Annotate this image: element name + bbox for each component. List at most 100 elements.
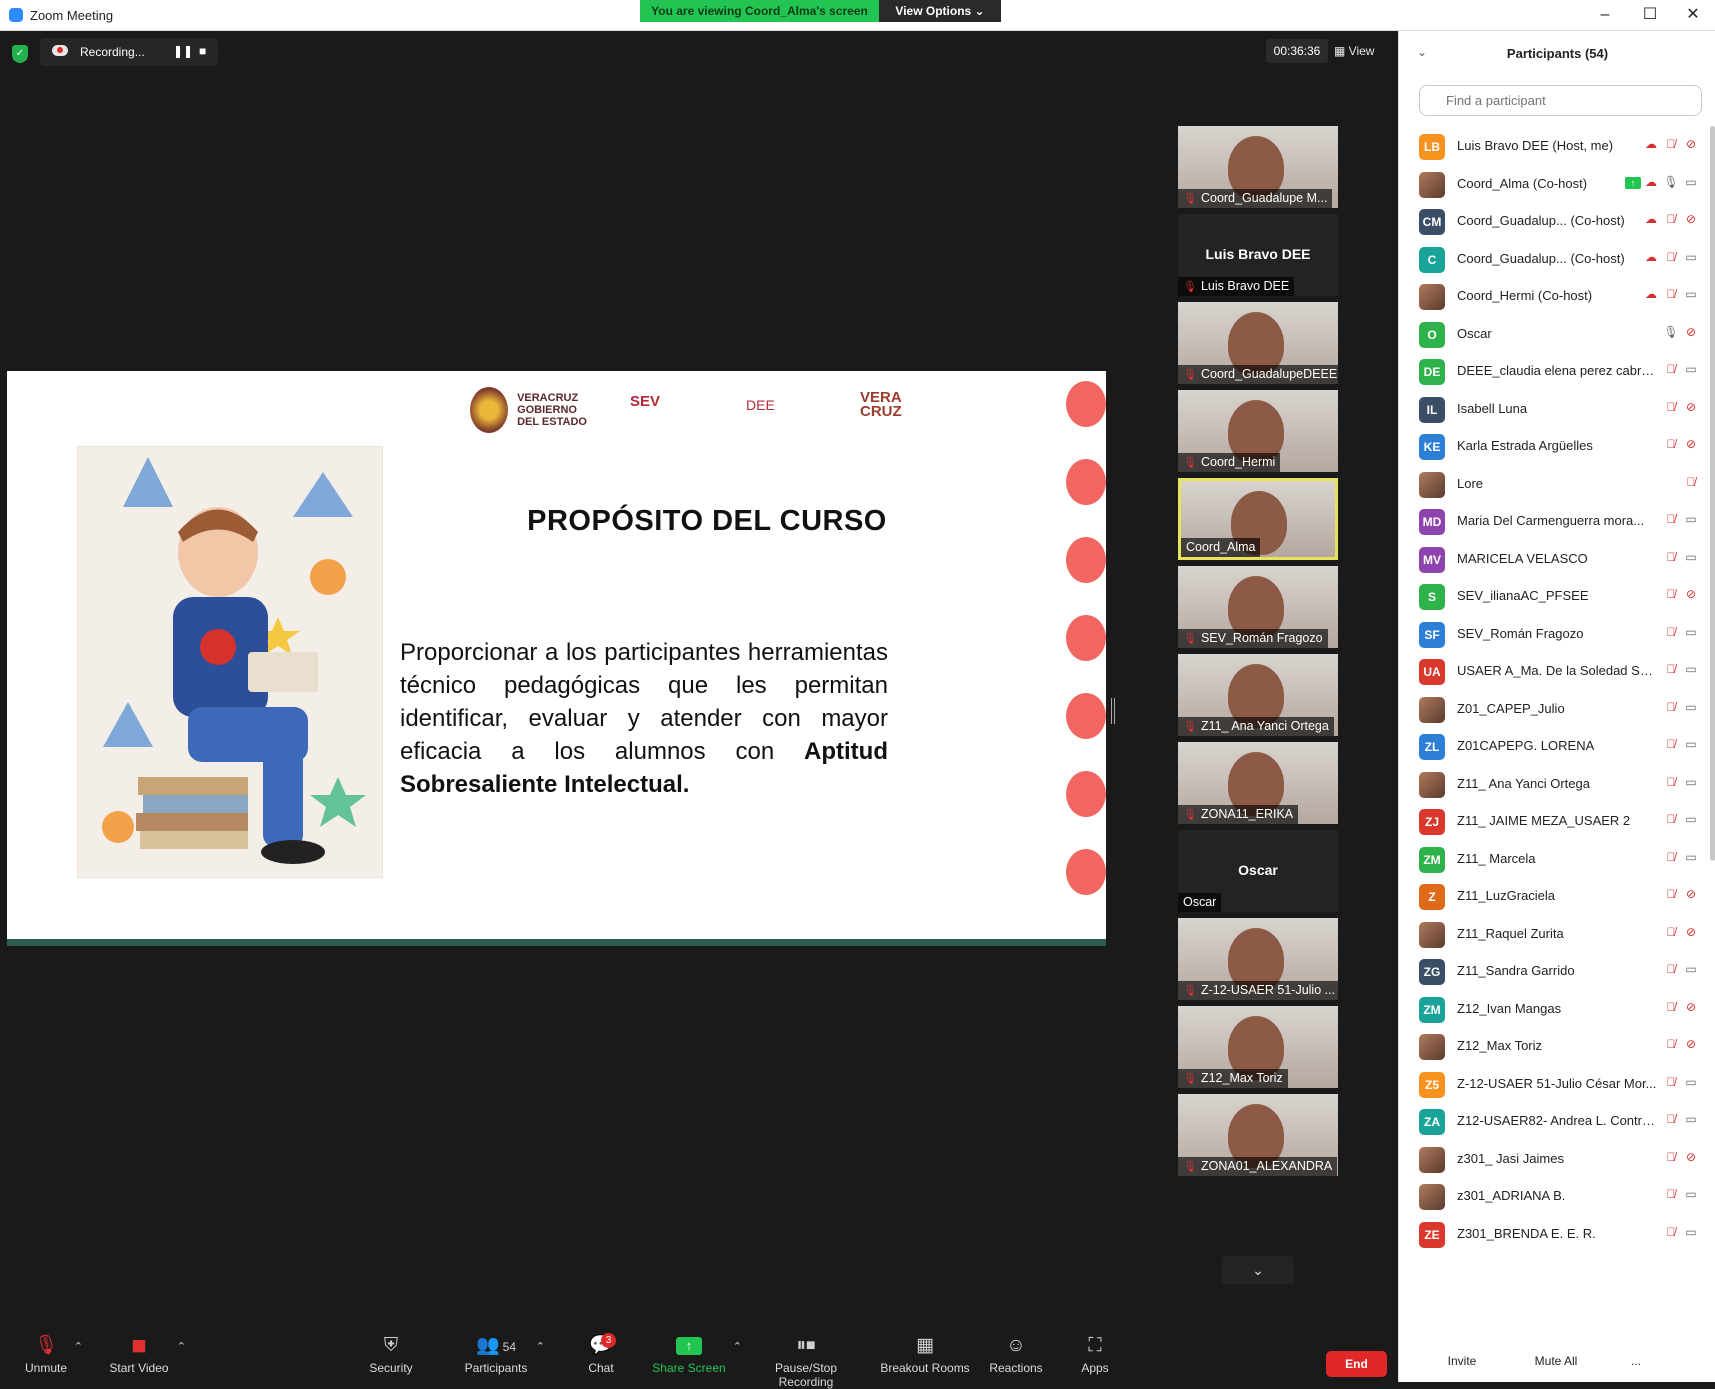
participant-row[interactable]: ZA Z12-USAER82- Andrea L. Contre... 🎙̸ ▭ [1399,1101,1709,1142]
video-camera-icon[interactable]: ▭ [1681,1225,1701,1239]
video-camera-icon[interactable]: ▭ [1681,662,1701,676]
participants-list[interactable]: LB Luis Bravo DEE (Host, me) ☁ 🎙̸ ⊘ Coord_Alm… [1399,126,1709,1361]
participant-row[interactable]: IL Isabell Luna 🎙̸ ⊘ [1399,389,1709,430]
audio-options-chevron-icon[interactable]: ⌃ [74,1340,83,1353]
microphone-muted-icon[interactable]: 🎙̸ [1661,1150,1681,1164]
microphone-muted-icon[interactable]: 🎙̸ [1661,137,1681,151]
participant-row[interactable]: Z5 Z-12-USAER 51-Julio César Mor... 🎙̸ ▭ [1399,1064,1709,1105]
participant-row[interactable]: ZL Z01CAPEPG. LORENA 🎙̸ ▭ [1399,726,1709,767]
participant-row[interactable]: ZM Z12_Ivan Mangas 🎙̸ ⊘ [1399,989,1709,1030]
chat-button[interactable]: 💬 3 Chat [582,1331,620,1382]
cloud-recording-icon[interactable]: ☁ [1641,175,1661,189]
participant-row[interactable]: Z12_Max Toriz 🎙̸ ⊘ [1399,1026,1709,1067]
video-tile[interactable]: 🎙 Coord_Guadalupe M... [1178,126,1338,208]
video-options-chevron-icon[interactable]: ⌃ [177,1340,186,1353]
video-tile[interactable]: Coord_Alma [1178,478,1338,560]
video-tile[interactable]: Oscar Oscar [1178,830,1338,912]
microphone-muted-icon[interactable]: 🎙̸ [1661,550,1681,564]
microphone-muted-icon[interactable]: 🎙̸ [1661,400,1681,414]
microphone-muted-icon[interactable]: 🎙̸ [1661,212,1681,226]
video-camera-icon[interactable]: ▭ [1681,737,1701,751]
participant-row[interactable]: ZE Z301_BRENDA E. E. R. 🎙̸ ▭ [1399,1214,1709,1255]
participant-row[interactable]: ZG Z11_Sandra Garrido 🎙̸ ▭ [1399,951,1709,992]
participants-options-chevron-icon[interactable]: ⌃ [536,1340,545,1353]
participant-row[interactable]: LB Luis Bravo DEE (Host, me) ☁ 🎙̸ ⊘ [1399,126,1709,167]
video-off-icon[interactable]: ⊘ [1681,1150,1701,1164]
participant-row[interactable]: Z11_ Ana Yanci Ortega 🎙̸ ▭ [1399,764,1709,805]
participant-row[interactable]: KE Karla Estrada Argüelles 🎙̸ ⊘ [1399,426,1709,467]
microphone-muted-icon[interactable]: 🎙̸ [1661,1187,1681,1201]
screen-sharing-icon[interactable]: ↑ [1625,176,1641,189]
video-tile[interactable]: 🎙 SEV_Román Fragozo [1178,566,1338,648]
cloud-recording-icon[interactable]: ☁ [1641,212,1661,226]
gallery-scroll-down-button[interactable]: ⌄ [1222,1256,1294,1284]
microphone-muted-icon[interactable]: 🎙̸ [1661,287,1681,301]
participant-row[interactable]: z301_ADRIANA B. 🎙̸ ▭ [1399,1176,1709,1217]
reactions-button[interactable]: ☺ Reactions [987,1331,1045,1382]
share-options-chevron-icon[interactable]: ⌃ [733,1340,742,1353]
video-camera-icon[interactable]: ▭ [1681,250,1701,264]
mute-all-button[interactable]: Mute All [1519,1347,1593,1375]
stop-recording-icon[interactable]: ■ [199,44,206,58]
microphone-muted-icon[interactable]: 🎙̸ [1661,1037,1681,1051]
participant-row[interactable]: UA USAER A_Ma. De la Soledad Sá... 🎙̸ ▭ [1399,651,1709,692]
participant-row[interactable]: SF SEV_Román Fragozo 🎙̸ ▭ [1399,614,1709,655]
invite-button[interactable]: Invite [1429,1347,1495,1375]
video-camera-icon[interactable]: ▭ [1681,700,1701,714]
microphone-muted-icon[interactable]: 🎙̸ [1661,962,1681,976]
find-participant-input[interactable] [1419,85,1702,116]
video-off-icon[interactable]: ⊘ [1681,887,1701,901]
microphone-muted-icon[interactable]: 🎙̸ [1661,1112,1681,1126]
microphone-muted-icon[interactable]: 🎙̸ [1661,850,1681,864]
participant-row[interactable]: S SEV_ilianaAC_PFSEE 🎙̸ ⊘ [1399,576,1709,617]
video-camera-icon[interactable]: ▭ [1681,512,1701,526]
microphone-muted-icon[interactable]: 🎙̸ [1661,250,1681,264]
video-tile[interactable]: 🎙 Coord_GuadalupeDEEE [1178,302,1338,384]
video-tile[interactable]: 🎙 Z-12-USAER 51-Julio ... [1178,918,1338,1000]
apps-button[interactable]: ⛶ Apps [1078,1331,1112,1382]
video-tile[interactable]: 🎙 ZONA11_ERIKA [1178,742,1338,824]
microphone-icon[interactable]: 🎙 [1661,175,1681,189]
video-camera-icon[interactable]: ▭ [1681,962,1701,976]
participant-row[interactable]: CM Coord_Guadalup... (Co-host) ☁ 🎙̸ ⊘ [1399,201,1709,242]
video-camera-icon[interactable]: ▭ [1681,287,1701,301]
participant-row[interactable]: ZM Z11_ Marcela 🎙̸ ▭ [1399,839,1709,880]
video-off-icon[interactable]: ⊘ [1681,1037,1701,1051]
participants-scrollbar[interactable] [1710,126,1715,861]
microphone-muted-icon[interactable]: 🎙̸ [1661,512,1681,526]
participant-row[interactable]: O Oscar 🎙 ⊘ [1399,314,1709,355]
encryption-shield-icon[interactable]: ✓ [12,45,28,63]
microphone-muted-icon[interactable]: 🎙̸ [1661,812,1681,826]
video-off-icon[interactable]: ⊘ [1681,212,1701,226]
start-video-button[interactable]: ◼︎ Start Video ⌃ [108,1331,186,1382]
microphone-muted-icon[interactable]: 🎙̸ [1661,700,1681,714]
participant-row[interactable]: Coord_Alma (Co-host) ↑ ☁ 🎙 ▭ [1399,164,1709,205]
participant-row[interactable]: Coord_Hermi (Co-host) ☁ 🎙̸ ▭ [1399,276,1709,317]
microphone-muted-icon[interactable]: 🎙̸ [1661,362,1681,376]
view-options-button[interactable]: View Options ⌄ [879,0,1001,22]
participant-row[interactable]: Lore 🎙̸ [1399,464,1709,505]
participant-row[interactable]: MD Maria Del Carmenguerra mora... 🎙̸ ▭ [1399,501,1709,542]
microphone-icon[interactable]: 🎙 [1661,325,1681,339]
microphone-muted-icon[interactable]: 🎙̸ [1661,1075,1681,1089]
participant-row[interactable]: ZJ Z11_ JAIME MEZA_USAER 2 🎙̸ ▭ [1399,801,1709,842]
video-off-icon[interactable]: ⊘ [1681,437,1701,451]
pause-stop-recording-button[interactable]: ⏸⏹ Pause/Stop Recording [746,1331,866,1389]
video-off-icon[interactable]: ⊘ [1681,137,1701,151]
minimize-button[interactable]: – [1585,4,1625,26]
pause-recording-icon[interactable]: ❚❚ [173,44,193,58]
video-camera-icon[interactable]: ▭ [1681,850,1701,864]
video-off-icon[interactable]: ⊘ [1681,925,1701,939]
participant-row[interactable]: DE DEEE_claudia elena perez cabre... 🎙̸ ▭ [1399,351,1709,392]
cloud-recording-icon[interactable]: ☁ [1641,137,1661,151]
microphone-muted-icon[interactable]: 🎙̸ [1661,662,1681,676]
microphone-muted-icon[interactable]: 🎙̸ [1661,775,1681,789]
breakout-rooms-button[interactable]: ▦ Breakout Rooms [880,1331,970,1382]
video-off-icon[interactable]: ⊘ [1681,400,1701,414]
video-off-icon[interactable]: ⊘ [1681,587,1701,601]
security-button[interactable]: ⛨ Security [365,1331,417,1382]
participant-row[interactable]: C Coord_Guadalup... (Co-host) ☁ 🎙̸ ▭ [1399,239,1709,280]
close-button[interactable]: ✕ [1673,4,1713,26]
more-options-button[interactable]: ... [1621,1347,1651,1375]
video-camera-icon[interactable]: ▭ [1681,175,1701,189]
